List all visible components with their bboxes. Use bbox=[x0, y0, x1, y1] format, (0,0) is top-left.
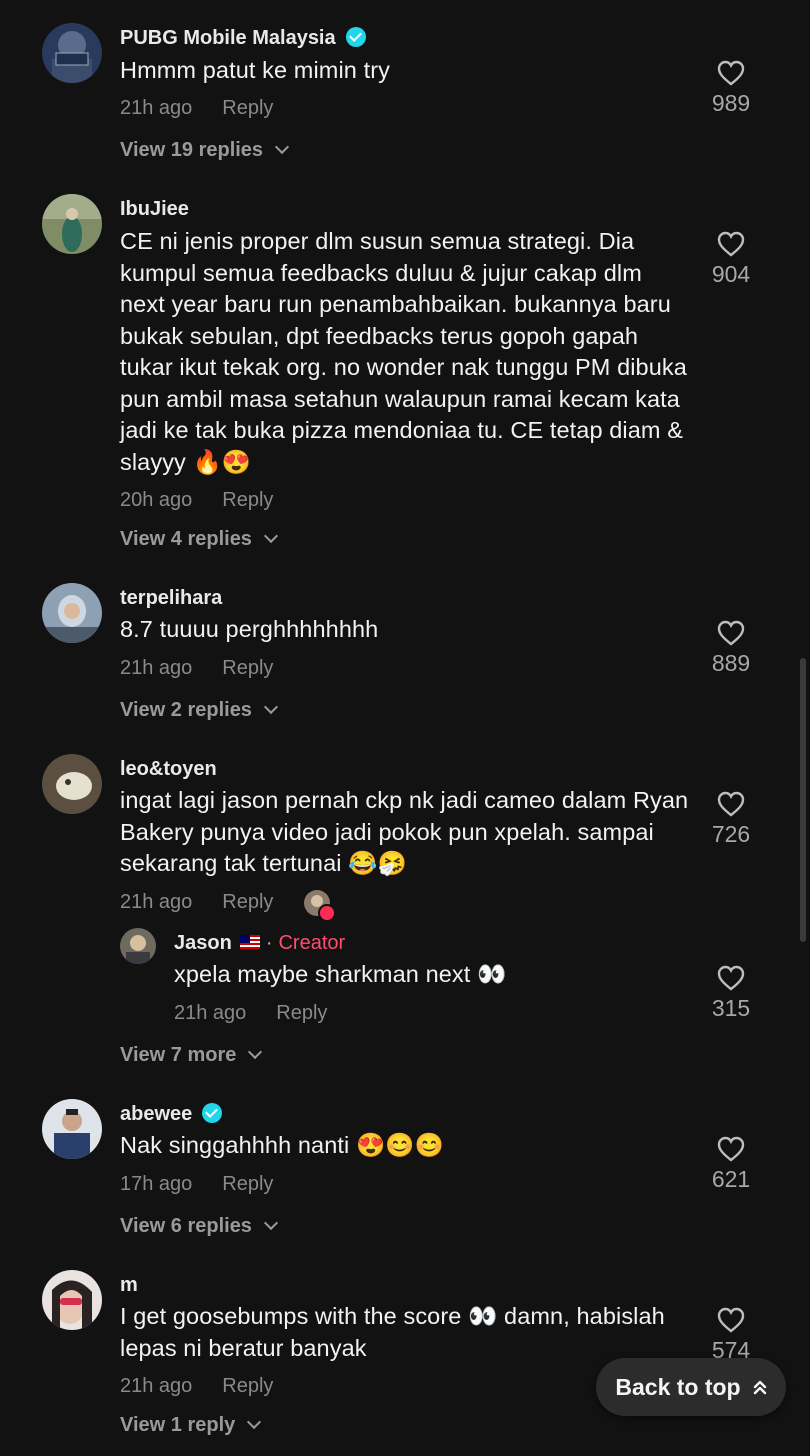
view-replies-button[interactable]: View 2 replies bbox=[120, 699, 279, 722]
comment-text: I get goosebumps with the score 👀 damn, … bbox=[120, 1303, 665, 1361]
timestamp: 21h ago bbox=[120, 657, 193, 679]
like-count: 904 bbox=[711, 261, 751, 287]
view-more-button[interactable]: View 7 more bbox=[120, 1044, 263, 1067]
comment-meta: 20h ago Reply bbox=[120, 489, 273, 512]
back-to-top-label: Back to top bbox=[615, 1373, 741, 1400]
heart-icon bbox=[717, 60, 745, 86]
verified-icon bbox=[345, 27, 366, 47]
heart-icon bbox=[717, 1136, 745, 1162]
comment-meta: 21h ago Reply bbox=[120, 97, 273, 120]
view-replies-button[interactable]: View 6 replies bbox=[120, 1215, 279, 1238]
reply-button[interactable]: Reply bbox=[222, 891, 273, 913]
comment-text: Nak singgahhhh nanti 😍😊😊 bbox=[120, 1132, 445, 1158]
chevron-down-icon bbox=[263, 1215, 279, 1231]
like-count: 621 bbox=[711, 1166, 751, 1192]
username[interactable]: abewee bbox=[120, 1103, 223, 1126]
heart-icon bbox=[318, 904, 336, 922]
like-button[interactable]: 621 bbox=[700, 1136, 762, 1193]
like-button[interactable]: 726 bbox=[700, 791, 762, 848]
timestamp: 21h ago bbox=[120, 1375, 193, 1397]
like-button[interactable]: 904 bbox=[700, 231, 762, 288]
timestamp: 17h ago bbox=[120, 1173, 193, 1195]
avatar[interactable] bbox=[42, 1099, 102, 1159]
reply-button[interactable]: Reply bbox=[222, 489, 273, 511]
reply-button[interactable]: Reply bbox=[276, 1002, 327, 1024]
reply-button[interactable]: Reply bbox=[222, 1173, 273, 1195]
malaysia-flag-icon bbox=[239, 935, 260, 949]
username[interactable]: IbuJiee bbox=[120, 198, 189, 221]
comment-meta: 21h ago Reply bbox=[120, 657, 273, 680]
avatar[interactable] bbox=[42, 583, 102, 643]
like-count: 315 bbox=[711, 995, 751, 1021]
view-replies-button[interactable]: View 1 reply bbox=[120, 1414, 262, 1437]
comment-text: CE ni jenis proper dlm susun semua strat… bbox=[120, 228, 687, 475]
like-count: 889 bbox=[711, 650, 751, 676]
reply-button[interactable]: Reply bbox=[222, 657, 273, 679]
like-button[interactable]: 889 bbox=[700, 620, 762, 677]
comment-text: ingat lagi jason pernah ckp nk jadi came… bbox=[120, 787, 689, 876]
reply-text: xpela maybe sharkman next 👀 bbox=[174, 961, 507, 987]
comment-meta: 21h ago Reply bbox=[120, 891, 273, 914]
chevron-down-icon bbox=[263, 699, 279, 715]
chevron-down-icon bbox=[274, 139, 290, 155]
double-chevron-up-icon bbox=[753, 1380, 766, 1395]
username[interactable]: PUBG Mobile Malaysia bbox=[120, 27, 366, 50]
timestamp: 21h ago bbox=[120, 891, 193, 913]
reply-button[interactable]: Reply bbox=[222, 1375, 273, 1397]
comment-text: Hmmm patut ke mimin try bbox=[120, 57, 390, 83]
username[interactable]: leo&toyen bbox=[120, 758, 217, 781]
chevron-down-icon bbox=[248, 1044, 263, 1060]
verified-icon bbox=[202, 1103, 223, 1123]
comment-meta: 17h ago Reply bbox=[120, 1173, 273, 1196]
username[interactable]: m bbox=[120, 1274, 138, 1297]
timestamp: 20h ago bbox=[120, 489, 193, 511]
avatar[interactable] bbox=[42, 1270, 102, 1330]
view-replies-button[interactable]: View 4 replies bbox=[120, 528, 279, 551]
like-button[interactable]: 315 bbox=[700, 965, 762, 1022]
creator-badge: Creator bbox=[278, 932, 346, 954]
heart-icon bbox=[717, 791, 745, 817]
reply-button[interactable]: Reply bbox=[222, 97, 273, 119]
heart-icon bbox=[717, 965, 745, 991]
view-replies-button[interactable]: View 19 replies bbox=[120, 139, 290, 162]
heart-icon bbox=[717, 231, 745, 257]
heart-icon bbox=[717, 1307, 745, 1333]
scrollbar[interactable] bbox=[800, 658, 806, 942]
avatar[interactable] bbox=[120, 928, 156, 964]
chevron-down-icon bbox=[263, 528, 279, 544]
username[interactable]: terpelihara bbox=[120, 587, 222, 610]
timestamp: 21h ago bbox=[120, 97, 193, 119]
reply-meta: 21h ago Reply bbox=[174, 1002, 327, 1025]
comment-meta: 21h ago Reply bbox=[120, 1375, 273, 1398]
like-count: 726 bbox=[711, 821, 751, 847]
comment-text: 8.7 tuuuu perghhhhhhhh bbox=[120, 616, 379, 642]
avatar[interactable] bbox=[42, 194, 102, 254]
avatar[interactable] bbox=[42, 23, 102, 83]
reply-username[interactable]: Jason · Creator bbox=[174, 932, 345, 955]
like-count: 989 bbox=[711, 90, 751, 116]
heart-icon bbox=[717, 620, 745, 646]
chevron-down-icon bbox=[247, 1414, 262, 1430]
timestamp: 21h ago bbox=[174, 1002, 247, 1024]
back-to-top-button[interactable]: Back to top bbox=[596, 1358, 786, 1416]
avatar[interactable] bbox=[42, 754, 102, 814]
like-button[interactable]: 574 bbox=[700, 1307, 762, 1364]
like-button[interactable]: 989 bbox=[700, 60, 762, 117]
